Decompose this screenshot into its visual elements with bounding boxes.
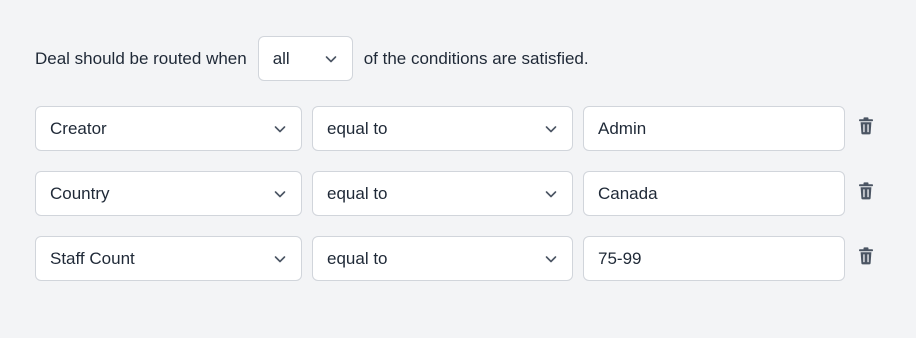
condition-field-select[interactable]: Creator bbox=[35, 106, 302, 151]
routing-conditions-panel: Deal should be routed when all of the co… bbox=[0, 0, 916, 338]
condition-operator-select[interactable]: equal to bbox=[312, 106, 573, 151]
condition-operator-select[interactable]: equal to bbox=[312, 171, 573, 216]
trash-icon bbox=[858, 182, 874, 205]
chevron-down-icon bbox=[273, 252, 287, 266]
chevron-down-icon bbox=[544, 252, 558, 266]
condition-row: Country equal to bbox=[35, 171, 876, 216]
header-prefix: Deal should be routed when bbox=[35, 48, 247, 68]
routing-rule-header: Deal should be routed when all of the co… bbox=[35, 36, 589, 81]
chevron-down-icon bbox=[544, 187, 558, 201]
trash-icon bbox=[858, 117, 874, 140]
condition-field-value: Creator bbox=[50, 118, 107, 138]
condition-operator-value: equal to bbox=[327, 183, 388, 203]
header-suffix: of the conditions are satisfied. bbox=[363, 48, 589, 68]
condition-field-select[interactable]: Country bbox=[35, 171, 302, 216]
trash-icon bbox=[858, 247, 874, 270]
condition-operator-value: equal to bbox=[327, 118, 388, 138]
condition-operator-select[interactable]: equal to bbox=[312, 236, 573, 281]
chevron-down-icon bbox=[544, 122, 558, 136]
condition-row: Staff Count equal to bbox=[35, 236, 876, 281]
condition-value-input[interactable] bbox=[583, 106, 845, 151]
delete-condition-button[interactable] bbox=[856, 182, 876, 206]
chevron-down-icon bbox=[273, 122, 287, 136]
condition-field-value: Country bbox=[50, 183, 110, 203]
chevron-down-icon bbox=[324, 52, 338, 66]
delete-condition-button[interactable] bbox=[856, 247, 876, 271]
chevron-down-icon bbox=[273, 187, 287, 201]
condition-field-select[interactable]: Staff Count bbox=[35, 236, 302, 281]
condition-value-input[interactable] bbox=[583, 171, 845, 216]
condition-field-value: Staff Count bbox=[50, 248, 135, 268]
condition-operator-value: equal to bbox=[327, 248, 388, 268]
match-mode-value: all bbox=[272, 48, 290, 68]
condition-value-input[interactable] bbox=[583, 236, 845, 281]
match-mode-select[interactable]: all bbox=[257, 36, 353, 81]
delete-condition-button[interactable] bbox=[856, 117, 876, 141]
condition-row: Creator equal to bbox=[35, 106, 876, 151]
